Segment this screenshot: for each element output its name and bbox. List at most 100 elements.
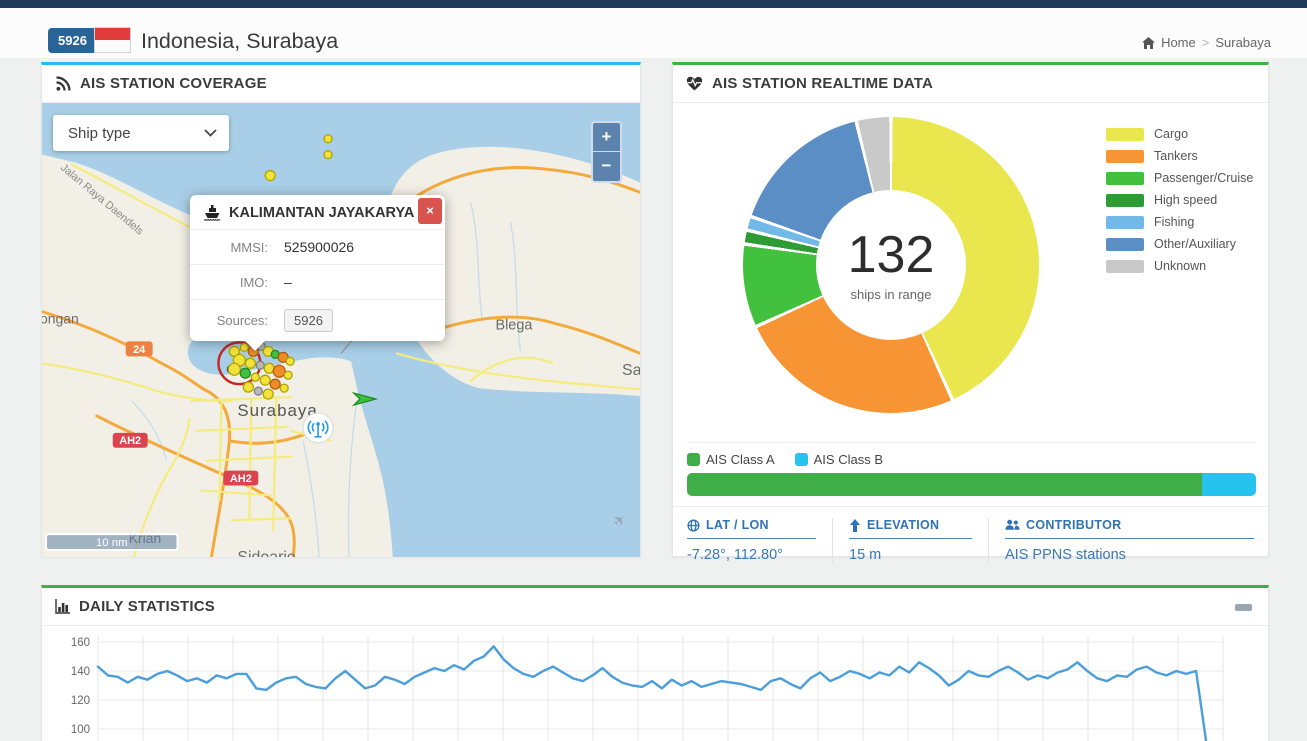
legend-item: Tankers — [1106, 145, 1253, 167]
breadcrumb: Home > Surabaya — [1142, 35, 1271, 50]
ais-realtime-panel: AIS STATION REALTIME DATA 132 ships in r… — [672, 62, 1269, 563]
legend-swatch — [1106, 127, 1144, 141]
map-zoom-out-button[interactable]: − — [591, 152, 622, 183]
legend-label: Tankers — [1154, 149, 1198, 163]
legend-item: High speed — [1106, 189, 1253, 211]
legend-label: Unknown — [1154, 259, 1207, 273]
top-accent-bar — [0, 0, 1307, 8]
contributor-value: AIS PPNS stations — [1005, 547, 1126, 563]
label-sampang: Sa — [622, 362, 640, 379]
legend-swatch — [1106, 171, 1144, 185]
sources-label: Sources: — [216, 313, 268, 328]
y-axis-tick: 140 — [71, 666, 90, 678]
svg-text:AH2: AH2 — [230, 473, 252, 485]
sources-row: Sources: 5926 — [190, 299, 445, 341]
breadcrumb-home-link[interactable]: Home — [1161, 35, 1196, 50]
latlon-value: -7.28°, 112.80° — [687, 547, 783, 563]
class-b-bar-segment — [1201, 473, 1256, 496]
class-a-legend-item: AIS Class A — [687, 452, 775, 467]
daily-statistics-chart: 160140120100Vessels — [42, 626, 1270, 741]
elevation-stat: ELEVATION 15 m — [849, 518, 989, 563]
route-24-badge: 24 — [125, 341, 153, 357]
ais-station-marker[interactable] — [302, 412, 334, 444]
app-header: 5926 Indonesia, Surabaya Home > Surabaya — [0, 8, 1307, 58]
elevation-icon — [849, 518, 861, 532]
daily-statistics-panel: DAILY STATISTICS 160140120100Vessels — [41, 585, 1269, 741]
ais-class-ratio-bar — [687, 473, 1256, 496]
donut-center: 132 ships in range — [816, 190, 966, 340]
elevation-label: ELEVATION — [867, 518, 940, 532]
class-a-swatch — [687, 453, 700, 466]
vessel-name: KALIMANTAN JAYAKARYA — [229, 204, 415, 221]
y-axis-tick: 120 — [71, 695, 90, 707]
svg-text:24: 24 — [133, 344, 146, 356]
daily-panel-title: DAILY STATISTICS — [79, 598, 215, 615]
legend-label: Passenger/Cruise — [1154, 171, 1254, 185]
realtime-panel-header: AIS STATION REALTIME DATA — [673, 65, 1268, 103]
station-id-badge: 5926 — [48, 28, 97, 53]
contributor-stat: CONTRIBUTOR AIS PPNS stations — [1005, 518, 1254, 563]
latlon-stat: LAT / LON -7.28°, 112.80° — [687, 518, 833, 563]
ship-type-select[interactable]: Ship type — [53, 115, 229, 151]
contributor-label: CONTRIBUTOR — [1026, 518, 1122, 532]
bar-chart-icon — [55, 599, 70, 614]
legend-item: Passenger/Cruise — [1106, 167, 1253, 189]
map-scale: 10 nm — [44, 533, 179, 552]
mmsi-row: MMSI: 525900026 — [190, 229, 445, 264]
label-surabaya: Surabaya — [237, 401, 317, 420]
vessel-popup: KALIMANTAN JAYAKARYA × MMSI: 525900026 I… — [190, 195, 445, 351]
imo-row: IMO: – — [190, 264, 445, 299]
breadcrumb-current: Surabaya — [1215, 35, 1271, 50]
home-icon — [1142, 36, 1156, 49]
ships-in-range-count: 132 — [847, 225, 935, 284]
legend-label: Cargo — [1154, 127, 1189, 141]
latlon-label: LAT / LON — [706, 518, 769, 532]
coverage-map[interactable]: 24 AH2 AH2 Surabaya ongan Krian Sidoarjo… — [42, 103, 640, 557]
legend-item: Unknown — [1106, 255, 1253, 277]
coverage-panel-title: AIS STATION COVERAGE — [80, 75, 267, 92]
legend-swatch — [1106, 215, 1144, 229]
indonesia-flag-icon — [94, 27, 131, 53]
class-a-label: AIS Class A — [706, 452, 775, 467]
breadcrumb-separator: > — [1201, 35, 1210, 50]
ais-class-legend: AIS Class A AIS Class B — [687, 442, 1256, 467]
legend-item: Fishing — [1106, 211, 1253, 233]
label-sidoarjo: Sidoarjo — [237, 549, 296, 557]
map-zoom-in-button[interactable]: + — [591, 121, 622, 152]
elevation-value: 15 m — [849, 547, 882, 563]
mmsi-label: MMSI: — [230, 239, 268, 255]
collapse-panel-button[interactable] — [1235, 604, 1252, 611]
globe-icon — [687, 518, 700, 532]
label-lamongan: ongan — [42, 311, 79, 327]
ship-type-value: Ship type — [68, 124, 131, 142]
chevron-down-icon — [204, 129, 217, 137]
y-axis-tick: 100 — [71, 724, 90, 736]
legend-swatch — [1106, 193, 1144, 207]
class-b-legend-item: AIS Class B — [794, 452, 883, 467]
imo-value: – — [284, 274, 292, 290]
vessels-line-series — [96, 645, 1208, 741]
ais-coverage-panel: AIS STATION COVERAGE 24 AH2 AH2 Surabaya… — [41, 62, 641, 557]
svg-text:AH2: AH2 — [119, 435, 141, 447]
legend-swatch — [1106, 259, 1144, 273]
page-title: Indonesia, Surabaya — [141, 29, 339, 53]
mmsi-value: 525900026 — [284, 239, 355, 255]
y-axis-tick: 160 — [71, 637, 90, 649]
contributor-icon — [1005, 519, 1020, 531]
class-b-label: AIS Class B — [813, 452, 883, 467]
coverage-panel-header: AIS STATION COVERAGE — [42, 65, 640, 103]
route-ah2-badge: AH2 — [112, 432, 148, 448]
source-station-badge[interactable]: 5926 — [284, 309, 333, 332]
station-stats-row: LAT / LON -7.28°, 112.80° ELEVATION 15 m — [673, 506, 1268, 574]
ship-icon — [202, 204, 222, 221]
ships-in-range-label: ships in range — [850, 286, 932, 302]
heartbeat-icon — [686, 76, 703, 91]
route-ah2-badge-2: AH2 — [223, 470, 259, 486]
imo-label: IMO: — [239, 274, 268, 290]
close-icon[interactable]: × — [418, 198, 442, 224]
legend-swatch — [1106, 149, 1144, 163]
label-blega: Blega — [495, 318, 533, 334]
legend-label: High speed — [1154, 193, 1218, 207]
daily-panel-header: DAILY STATISTICS — [42, 588, 1268, 626]
class-a-bar-segment — [687, 473, 1202, 496]
